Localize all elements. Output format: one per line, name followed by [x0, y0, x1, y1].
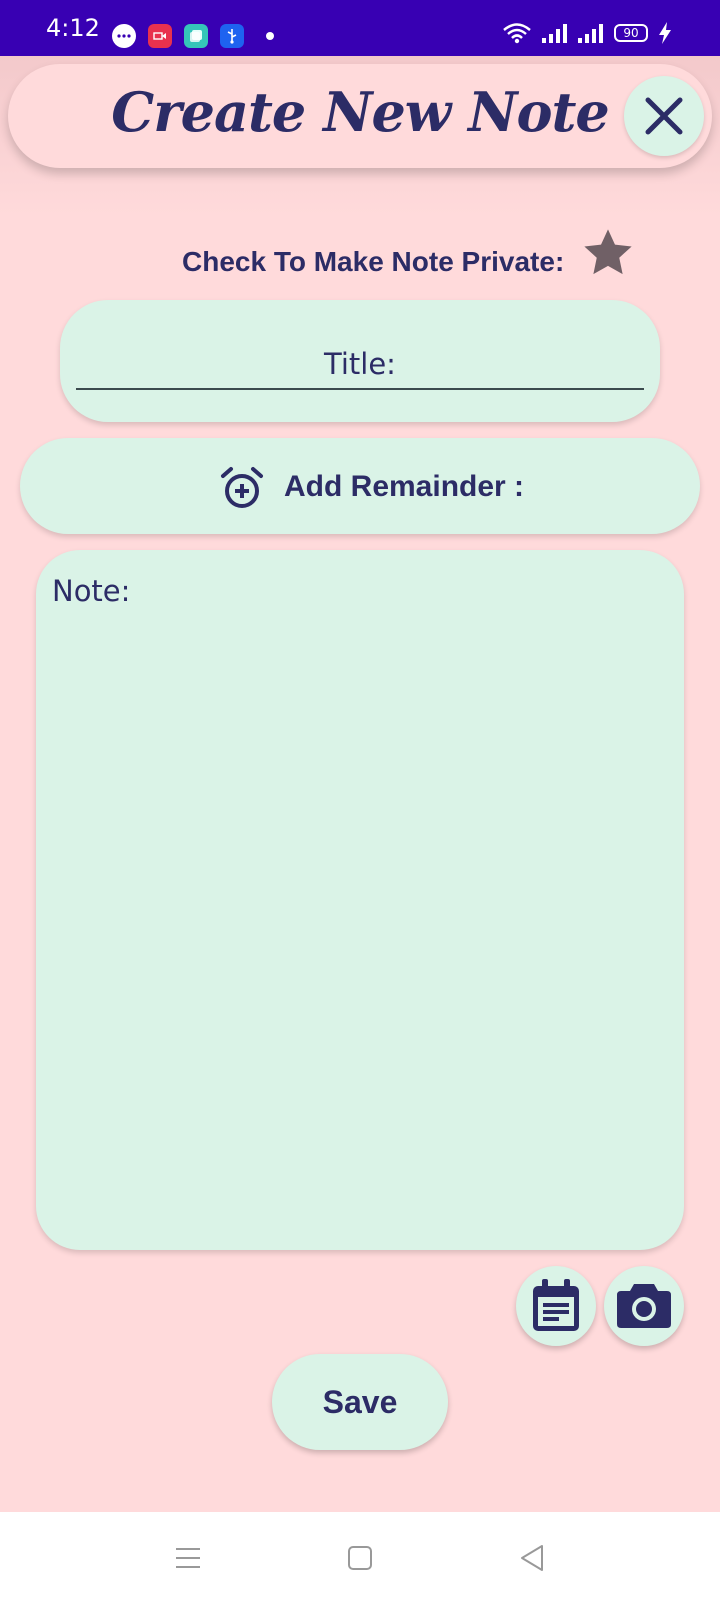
gallery-icon [184, 24, 208, 48]
note-card [36, 550, 684, 1250]
camera-button[interactable] [604, 1266, 684, 1346]
calendar-button[interactable] [516, 1266, 596, 1346]
navigation-bar [0, 1512, 720, 1600]
page-title: Create New Note [111, 80, 610, 144]
home-button[interactable] [340, 1538, 380, 1578]
star-icon[interactable] [580, 226, 636, 280]
back-icon [521, 1545, 543, 1571]
status-bar: 4:12 90 [0, 0, 720, 56]
messages-icon [112, 24, 136, 48]
charging-icon [659, 22, 671, 44]
battery-icon: 90 [614, 24, 648, 42]
calendar-icon [533, 1279, 579, 1331]
title-input[interactable] [76, 340, 644, 390]
close-button[interactable] [624, 76, 704, 156]
note-input[interactable] [52, 574, 668, 1224]
system-icons: 90 [502, 22, 672, 44]
screen-record-icon [148, 24, 172, 48]
recent-apps-button[interactable] [168, 1538, 208, 1578]
usb-icon [220, 24, 244, 48]
menu-icon [176, 1548, 200, 1568]
close-icon [645, 97, 683, 135]
alarm-add-icon [221, 467, 263, 508]
private-label: Check To Make Note Private: [182, 246, 565, 277]
more-dot-icon [266, 32, 274, 40]
save-button[interactable]: Save [272, 1354, 448, 1450]
title-card [60, 300, 660, 422]
notification-icons [112, 24, 274, 48]
signal-icon [578, 24, 603, 43]
status-time: 4:12 [46, 14, 100, 42]
signal-icon [542, 24, 567, 43]
wifi-icon [503, 23, 531, 44]
add-reminder-label: Add Remainder : [284, 470, 525, 503]
home-icon [348, 1546, 372, 1570]
back-button[interactable] [512, 1538, 552, 1578]
camera-icon [617, 1284, 671, 1328]
